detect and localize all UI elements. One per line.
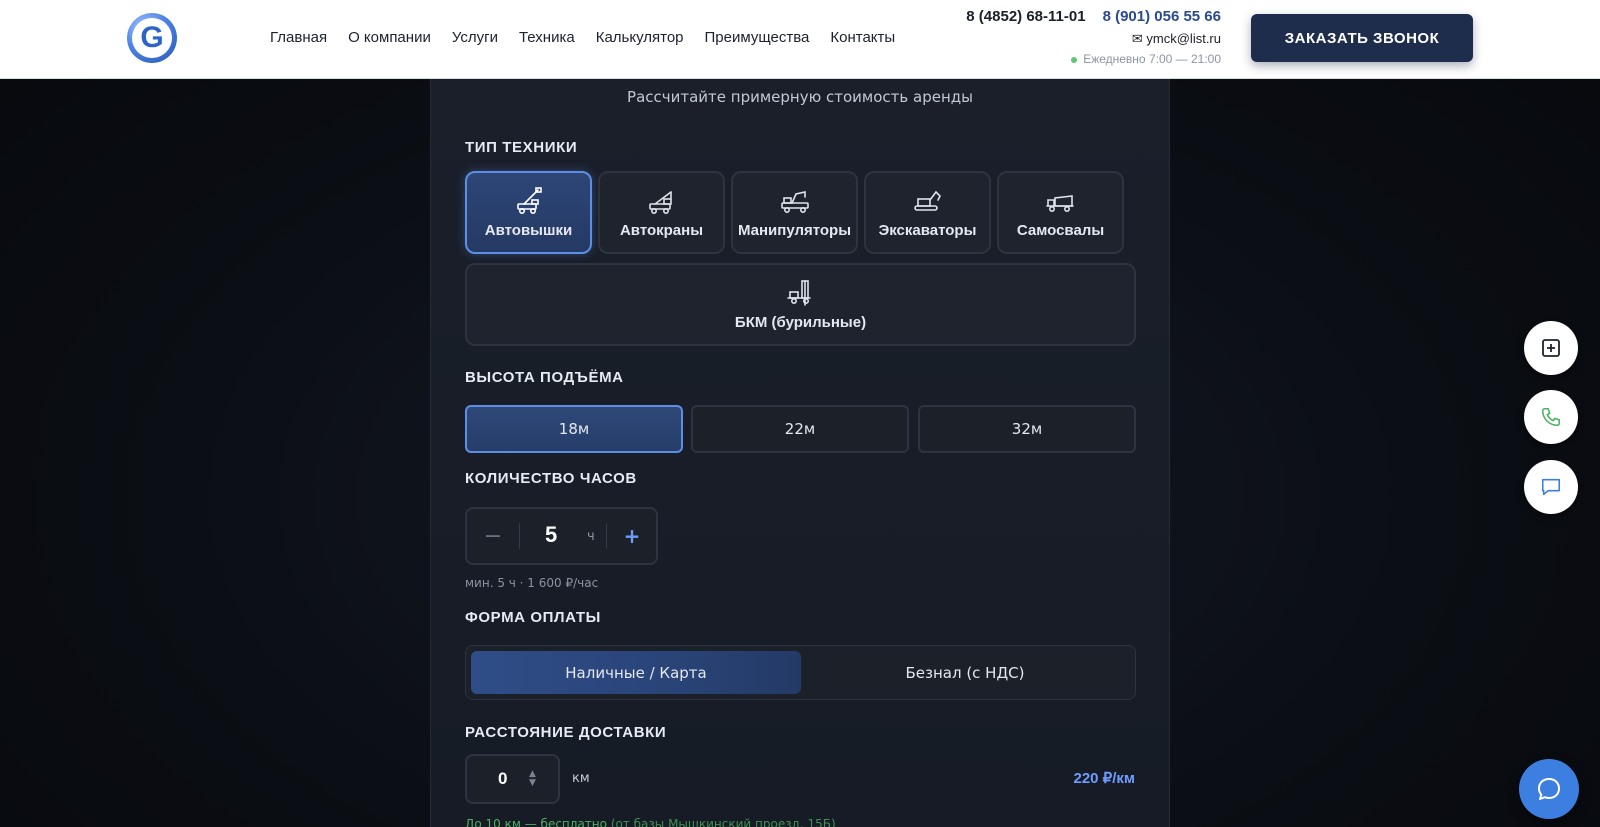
side-message-button[interactable] bbox=[1524, 460, 1578, 514]
calculator-card: Рассчитайте примерную стоимость аренды Т… bbox=[430, 79, 1170, 827]
height-option-18m[interactable]: 18м bbox=[465, 405, 683, 453]
manipulator-icon bbox=[780, 191, 809, 213]
header-contacts: 8 (4852) 68-11-01 8 (901) 056 55 66 ✉ ym… bbox=[966, 8, 1221, 66]
payment-option-cashless-vat[interactable]: Безнал (с НДС) bbox=[800, 651, 1130, 694]
payment-toggle: Наличные / Карта Безнал (с НДС) bbox=[465, 645, 1136, 700]
type-option-label: Самосвалы bbox=[1016, 222, 1105, 239]
type-option-label: Автокраны bbox=[619, 222, 704, 239]
height-option-32m[interactable]: 32м bbox=[918, 405, 1136, 453]
delivery-distance-label: РАССТОЯНИЕ ДОСТАВКИ bbox=[465, 724, 667, 741]
distance-value: 0 bbox=[498, 769, 508, 788]
type-option-excavators[interactable]: Экскаваторы bbox=[864, 171, 991, 254]
stepper-divider bbox=[519, 523, 520, 549]
type-option-aerial-platforms[interactable]: Автовышки bbox=[465, 171, 592, 254]
type-option-label: Автовышки bbox=[484, 222, 573, 239]
phone-icon bbox=[1541, 407, 1561, 427]
nav-link-equipment[interactable]: Техника bbox=[519, 29, 575, 46]
lift-height-label: ВЫСОТА ПОДЪЁМА bbox=[465, 369, 624, 386]
side-add-button[interactable] bbox=[1524, 321, 1578, 375]
nav-link-calculator[interactable]: Калькулятор bbox=[596, 29, 684, 46]
working-hours: Ежедневно 7:00 — 21:00 bbox=[966, 52, 1221, 66]
phone-link-2[interactable]: 8 (901) 056 55 66 bbox=[1103, 8, 1221, 25]
height-option-22m[interactable]: 22м bbox=[691, 405, 909, 453]
chat-bubble-icon bbox=[1538, 778, 1560, 800]
type-option-drilling-rigs[interactable]: БКМ (бурильные) bbox=[465, 263, 1136, 346]
type-option-label: Экскаваторы bbox=[878, 222, 977, 239]
nav-link-services[interactable]: Услуги bbox=[452, 29, 498, 46]
type-option-label: БКМ (бурильные) bbox=[734, 314, 867, 331]
nav-link-contacts[interactable]: Контакты bbox=[830, 29, 895, 46]
dump-truck-icon bbox=[1045, 195, 1074, 212]
order-callback-button[interactable]: ЗАКАЗАТЬ ЗВОНОК bbox=[1251, 14, 1473, 62]
equipment-type-label: ТИП ТЕХНИКИ bbox=[465, 139, 578, 156]
hours-unit: ч bbox=[587, 529, 595, 544]
site-header: G Главная О компании Услуги Техника Каль… bbox=[0, 0, 1600, 79]
type-option-truck-cranes[interactable]: Автокраны bbox=[598, 171, 725, 254]
status-dot-icon bbox=[1071, 56, 1078, 63]
nav-link-advantages[interactable]: Преимущества bbox=[705, 29, 810, 46]
nav-link-about[interactable]: О компании bbox=[348, 29, 431, 46]
chat-button[interactable] bbox=[1519, 759, 1579, 819]
drilling-rig-icon bbox=[786, 280, 811, 306]
distance-input[interactable]: 0 ▲ ▼ bbox=[465, 754, 560, 804]
spinner-arrows-icon[interactable]: ▲ ▼ bbox=[529, 770, 536, 788]
hours-decrement-button[interactable]: − bbox=[467, 509, 519, 563]
payment-form-label: ФОРМА ОПЛАТЫ bbox=[465, 609, 601, 626]
phone-link-1[interactable]: 8 (4852) 68-11-01 bbox=[966, 8, 1085, 25]
hours-value[interactable]: 5 bbox=[545, 522, 557, 548]
nav-link-home[interactable]: Главная bbox=[270, 29, 327, 46]
payment-option-cash-card[interactable]: Наличные / Карта bbox=[471, 651, 801, 694]
message-icon bbox=[1541, 478, 1561, 496]
working-hours-text: Ежедневно 7:00 — 21:00 bbox=[1083, 52, 1221, 66]
email-link[interactable]: ✉ ymck@list.ru bbox=[966, 31, 1221, 47]
aerial-platform-icon bbox=[516, 187, 542, 214]
free-delivery-main: До 10 км — бесплатно bbox=[465, 817, 607, 827]
hours-stepper: − 5 ч + bbox=[465, 507, 658, 565]
hours-increment-button[interactable]: + bbox=[607, 509, 657, 563]
distance-unit: км bbox=[572, 771, 590, 786]
excavator-icon bbox=[913, 190, 941, 211]
free-delivery-base: (от базы Мышкинский проезд, 15Б) bbox=[610, 817, 836, 827]
distance-price: 220 ₽/км bbox=[1073, 770, 1135, 787]
hours-count-label: КОЛИЧЕСТВО ЧАСОВ bbox=[465, 470, 637, 487]
lift-height-options: 18м 22м 32м bbox=[465, 405, 1136, 453]
hours-hint: мин. 5 ч · 1 600 ₽/час bbox=[465, 576, 599, 590]
plus-square-icon bbox=[1542, 339, 1560, 357]
truck-crane-icon bbox=[648, 191, 672, 214]
main-nav: Главная О компании Услуги Техника Кальку… bbox=[270, 29, 916, 46]
free-delivery-note: До 10 км — бесплатно (от базы Мышкинский… bbox=[465, 817, 836, 827]
calculator-subtitle: Рассчитайте примерную стоимость аренды bbox=[627, 88, 973, 106]
side-call-button[interactable] bbox=[1524, 390, 1578, 444]
logo[interactable]: G bbox=[127, 13, 177, 63]
type-option-dump-trucks[interactable]: Самосвалы bbox=[997, 171, 1124, 254]
type-option-label: Манипуляторы bbox=[737, 222, 852, 239]
logo-letter: G bbox=[132, 18, 172, 58]
type-option-manipulators[interactable]: Манипуляторы bbox=[731, 171, 858, 254]
